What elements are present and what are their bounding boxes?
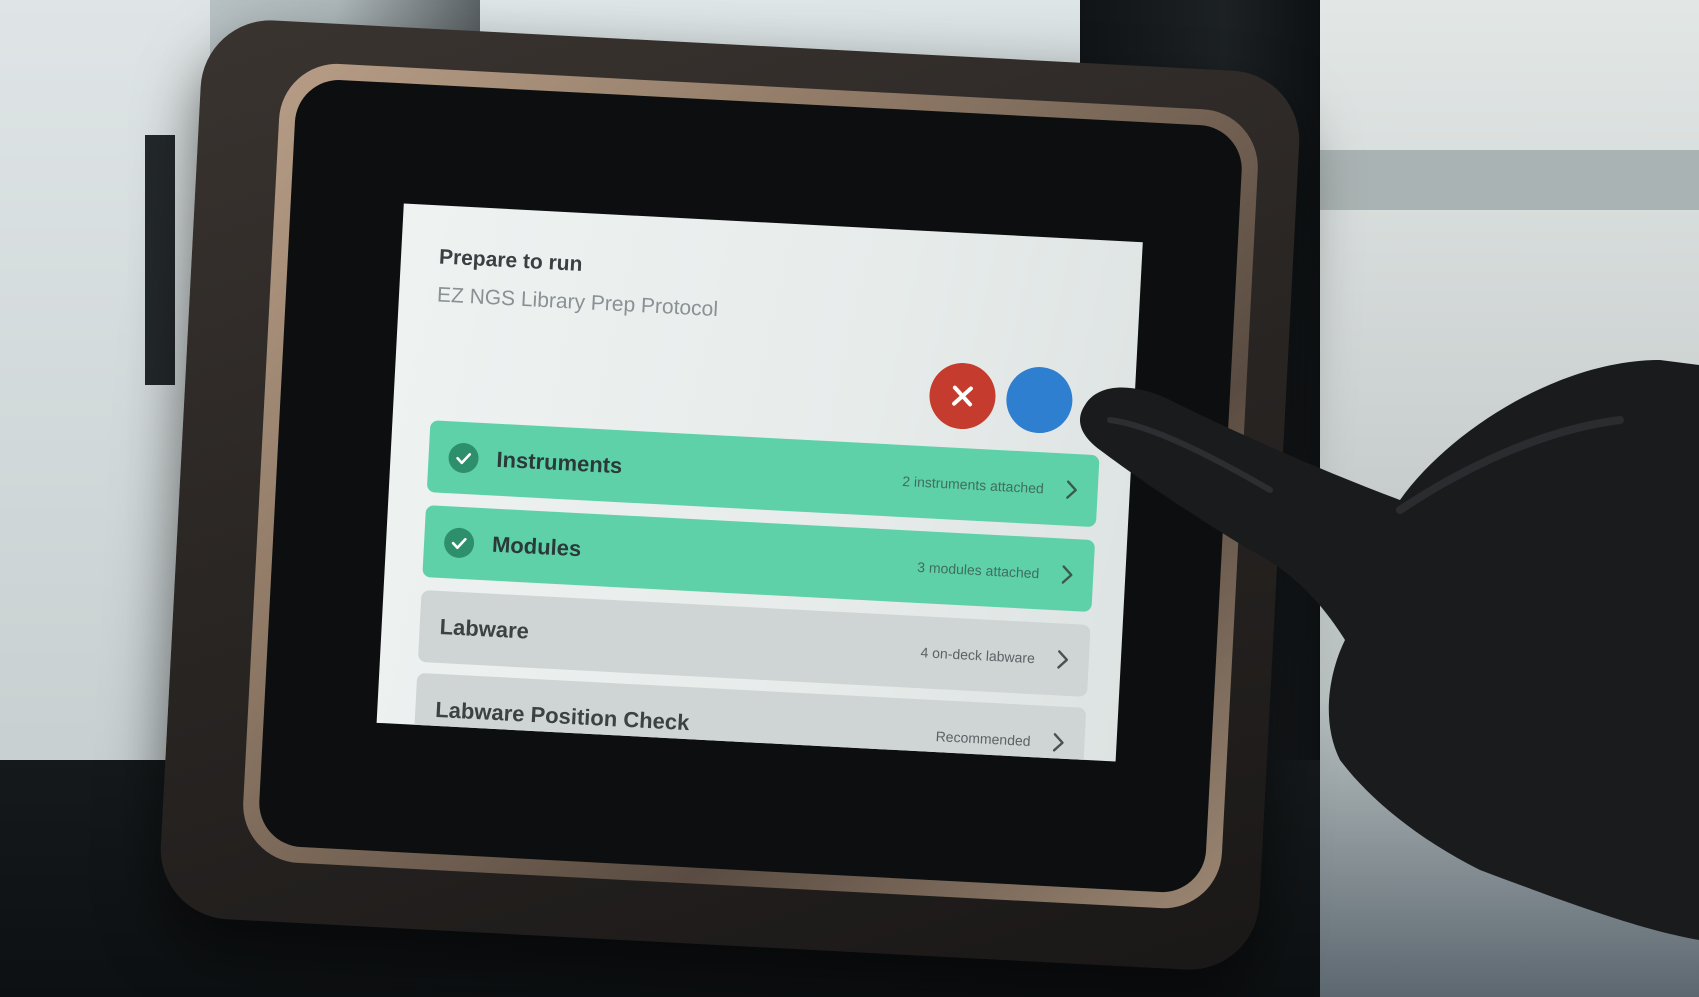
page-title: Prepare to run: [438, 245, 584, 276]
step-label: Modules: [491, 531, 582, 562]
touchscreen-device: Prepare to run EZ NGS Library Prep Proto…: [157, 16, 1303, 974]
background-shelf-bar: [1320, 150, 1699, 210]
check-circle-icon: [443, 527, 475, 559]
step-status: 2 instruments attached: [901, 473, 1045, 497]
step-label: Labware: [439, 614, 530, 644]
confirm-button[interactable]: [1004, 365, 1075, 435]
touchscreen-display: Prepare to run EZ NGS Library Prep Proto…: [376, 203, 1143, 762]
step-status: 3 modules attached: [916, 558, 1040, 582]
cancel-button[interactable]: [927, 361, 998, 431]
chevron-right-icon: [1052, 733, 1064, 752]
chevron-right-icon: [1057, 650, 1069, 669]
protocol-name: EZ NGS Library Prep Protocol: [436, 283, 719, 322]
photo-scene: Prepare to run EZ NGS Library Prep Proto…: [0, 0, 1699, 997]
chevron-right-icon: [1061, 565, 1073, 584]
device-bezel: Prepare to run EZ NGS Library Prep Proto…: [240, 60, 1261, 912]
close-icon: [952, 385, 973, 407]
step-label: Instruments: [495, 446, 623, 479]
chevron-right-icon: [1066, 480, 1077, 499]
step-status: 4 on-deck labware: [920, 644, 1036, 667]
step-label: Labware Position Check: [434, 696, 690, 736]
background-slot: [145, 135, 175, 385]
screen-glass: Prepare to run EZ NGS Library Prep Proto…: [257, 77, 1244, 895]
step-status: Recommended: [935, 728, 1031, 750]
check-circle-icon: [447, 442, 480, 474]
